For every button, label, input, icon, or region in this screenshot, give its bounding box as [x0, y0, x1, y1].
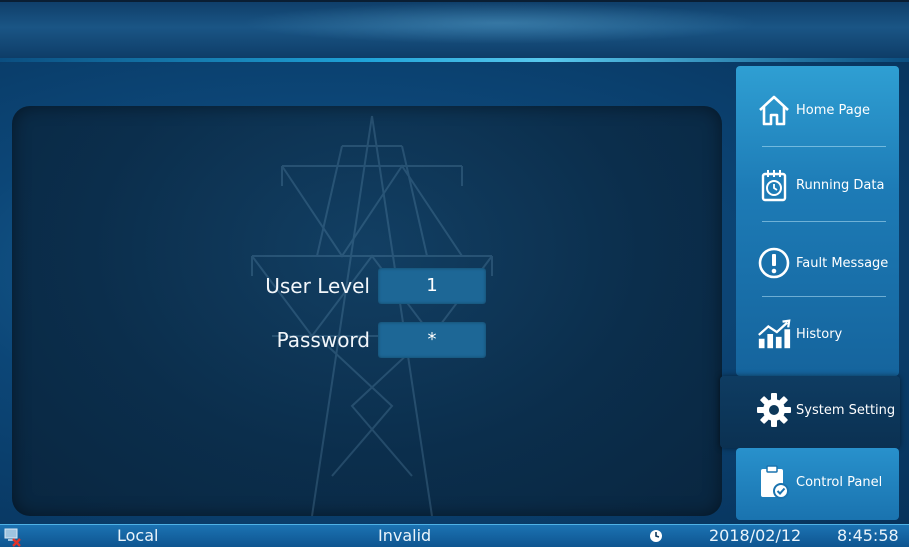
title-glow	[240, 2, 760, 44]
user-level-label: User Level	[265, 274, 370, 298]
nav-item-home-page[interactable]: Home Page	[736, 90, 899, 130]
nav-item-fault-message[interactable]: Fault Message	[736, 243, 899, 283]
calendar-clock-icon	[756, 167, 792, 203]
nav-divider	[762, 221, 886, 222]
run-state-status: Invalid	[378, 526, 432, 545]
content-panel	[12, 106, 722, 516]
password-field[interactable]: *	[378, 322, 486, 358]
user-level-field[interactable]: 1	[378, 268, 486, 304]
clock-icon	[649, 525, 665, 547]
nav-label: Running Data	[796, 177, 885, 193]
gear-icon	[756, 392, 792, 428]
home-icon	[756, 92, 792, 128]
password-label: Password	[276, 328, 370, 352]
nav-item-running-data[interactable]: Running Data	[736, 165, 899, 205]
nav-divider	[762, 296, 886, 297]
nav-label: Control Panel	[796, 474, 883, 490]
nav-item-system-setting[interactable]: System Setting	[736, 390, 899, 430]
mode-status: Local	[117, 526, 159, 545]
status-bar: Local Invalid 2018/02/12 8:45:58	[0, 524, 909, 547]
date-display: 2018/02/12	[709, 526, 802, 545]
chart-icon	[756, 316, 792, 352]
side-nav: Home Page Running Data Fault Message His…	[720, 66, 900, 520]
title-bar	[0, 0, 909, 58]
password-row: Password *	[258, 322, 486, 358]
nav-label: Fault Message	[796, 255, 889, 271]
user-level-row: User Level 1	[258, 268, 486, 304]
network-disconnected-icon	[4, 525, 24, 547]
clipboard-check-icon	[756, 464, 792, 500]
nav-divider	[762, 146, 886, 147]
nav-label: History	[796, 326, 843, 342]
nav-item-history[interactable]: History	[736, 314, 899, 354]
exclamation-icon	[756, 245, 792, 281]
nav-label: System Setting	[796, 402, 896, 418]
power-tower-watermark	[251, 115, 493, 516]
nav-item-control-panel[interactable]: Control Panel	[736, 460, 899, 504]
time-display: 8:45:58	[837, 526, 899, 545]
nav-label: Home Page	[796, 102, 870, 118]
